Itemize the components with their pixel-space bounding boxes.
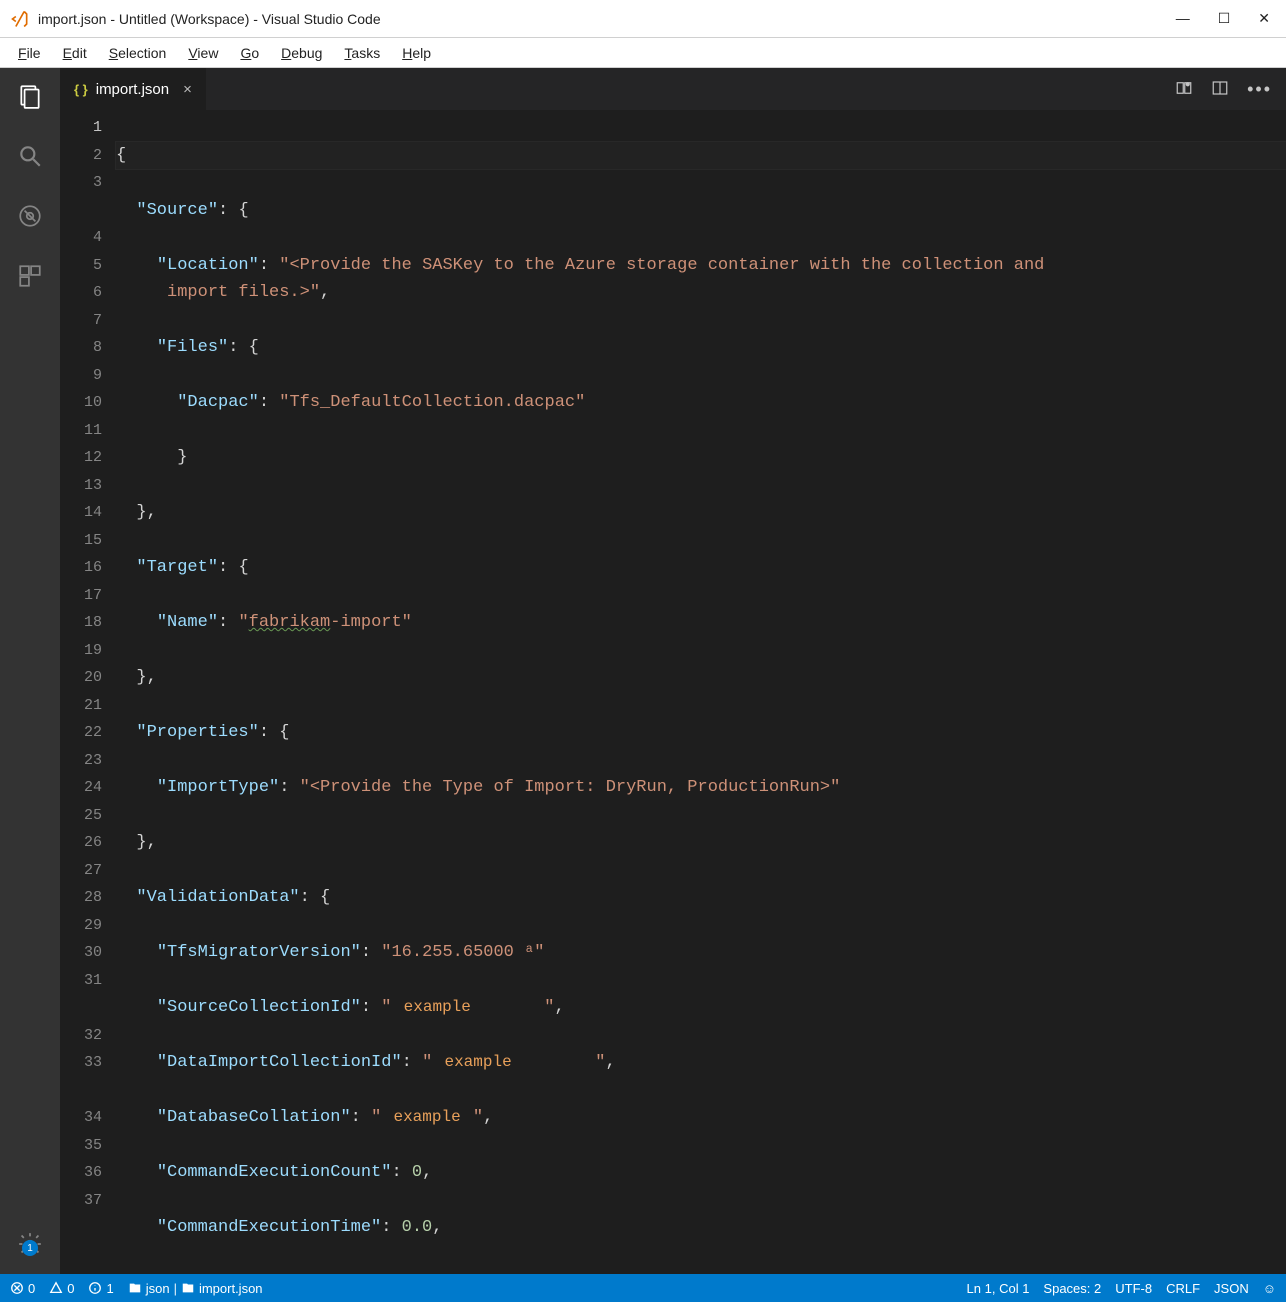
status-bar: 0 0 1 json | import.json Ln 1, Col 1 Spa… — [0, 1274, 1286, 1302]
tab-bar: { } import.json × ••• — [60, 68, 1286, 110]
status-errors[interactable]: 0 — [10, 1281, 35, 1296]
code-content[interactable]: { "Source": { "Location": "<Provide the … — [116, 110, 1286, 1274]
debug-icon[interactable] — [14, 200, 46, 232]
close-button[interactable]: ✕ — [1258, 10, 1270, 27]
maximize-button[interactable]: ☐ — [1218, 10, 1231, 27]
main-area: 1 { } import.json × ••• — [0, 68, 1286, 1274]
titlebar: import.json - Untitled (Workspace) - Vis… — [0, 0, 1286, 38]
status-language[interactable]: JSON — [1214, 1281, 1249, 1296]
line-number-gutter: 123 456789101112131415161718192021222324… — [60, 110, 116, 1274]
menu-help[interactable]: Help — [392, 41, 441, 65]
status-info[interactable]: 1 — [88, 1281, 113, 1296]
menu-selection[interactable]: Selection — [99, 41, 177, 65]
status-warnings[interactable]: 0 — [49, 1281, 74, 1296]
menu-go[interactable]: Go — [230, 41, 269, 65]
tab-close-icon[interactable]: × — [183, 81, 192, 98]
tab-label: import.json — [96, 81, 169, 98]
menu-edit[interactable]: Edit — [53, 41, 97, 65]
editor-group: { } import.json × ••• 123 45678910111213… — [60, 68, 1286, 1274]
search-icon[interactable] — [14, 140, 46, 172]
code-editor[interactable]: 123 456789101112131415161718192021222324… — [60, 110, 1286, 1274]
explorer-icon[interactable] — [14, 80, 46, 112]
window-title: import.json - Untitled (Workspace) - Vis… — [38, 11, 1176, 27]
compare-changes-icon[interactable] — [1175, 79, 1193, 100]
settings-badge: 1 — [22, 1240, 38, 1256]
status-path[interactable]: json | import.json — [128, 1281, 263, 1296]
menu-debug[interactable]: Debug — [271, 41, 332, 65]
vscode-logo-icon — [10, 9, 30, 29]
status-encoding[interactable]: UTF-8 — [1115, 1281, 1152, 1296]
tab-import-json[interactable]: { } import.json × — [60, 68, 207, 110]
menu-file[interactable]: File — [8, 41, 51, 65]
more-actions-icon[interactable]: ••• — [1247, 79, 1272, 100]
settings-gear-icon[interactable]: 1 — [14, 1228, 46, 1260]
status-indentation[interactable]: Spaces: 2 — [1043, 1281, 1101, 1296]
json-file-icon: { } — [74, 82, 88, 97]
menubar: File Edit Selection View Go Debug Tasks … — [0, 38, 1286, 68]
status-feedback-icon[interactable]: ☺ — [1263, 1281, 1276, 1296]
minimize-button[interactable]: — — [1176, 10, 1190, 27]
split-editor-icon[interactable] — [1211, 79, 1229, 100]
status-cursor-position[interactable]: Ln 1, Col 1 — [967, 1281, 1030, 1296]
status-eol[interactable]: CRLF — [1166, 1281, 1200, 1296]
extensions-icon[interactable] — [14, 260, 46, 292]
activity-bar: 1 — [0, 68, 60, 1274]
menu-view[interactable]: View — [178, 41, 228, 65]
menu-tasks[interactable]: Tasks — [334, 41, 390, 65]
